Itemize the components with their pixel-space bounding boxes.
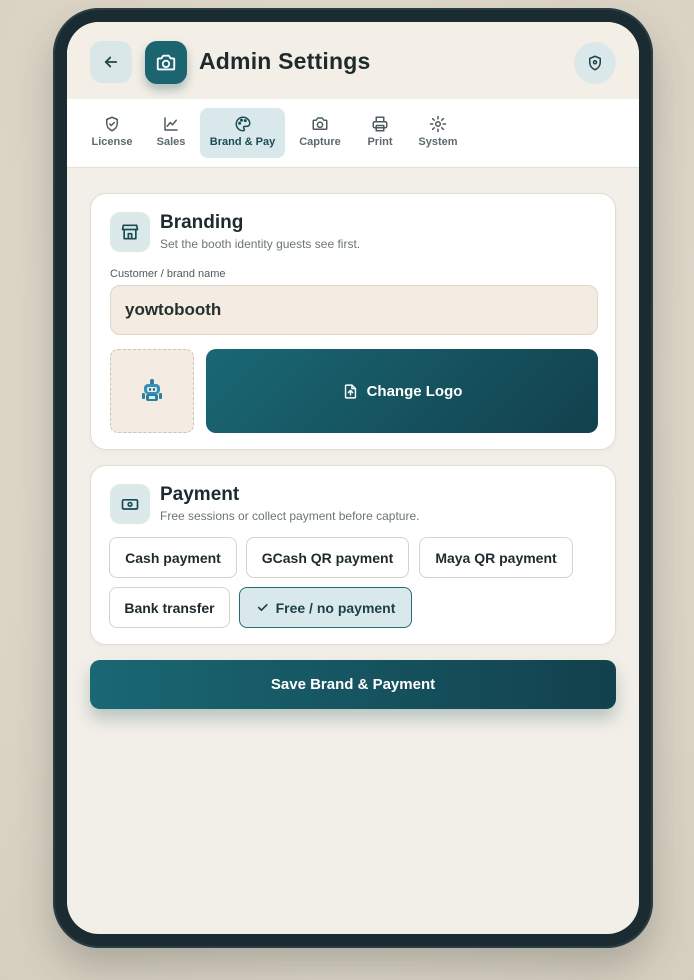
camera-icon <box>156 54 176 70</box>
payment-option-label: Free / no payment <box>275 599 396 616</box>
payment-option-cash[interactable]: Cash payment <box>109 537 237 578</box>
change-logo-button[interactable]: Change Logo <box>206 349 598 433</box>
security-button[interactable] <box>574 42 616 84</box>
payment-option-bank[interactable]: Bank transfer <box>109 587 230 628</box>
payment-option-free[interactable]: Free / no payment <box>239 587 412 628</box>
storefront-icon <box>121 224 139 240</box>
tab-label: Brand & Pay <box>209 136 276 148</box>
robot-logo-icon <box>142 379 162 401</box>
printer-icon <box>372 116 388 132</box>
branding-card: Branding Set the booth identity guests s… <box>90 193 616 450</box>
arrow-left-icon <box>104 56 118 68</box>
app-screen: Admin Settings License Sales Brand & Pay… <box>67 22 639 934</box>
shield-pin-icon <box>589 55 601 71</box>
file-upload-icon <box>344 383 356 399</box>
payment-option-label: GCash QR payment <box>261 549 394 566</box>
tab-brand-pay[interactable]: Brand & Pay <box>200 108 285 158</box>
payment-option-label: Maya QR payment <box>435 549 557 566</box>
logo-preview <box>110 349 194 433</box>
back-button[interactable] <box>90 41 132 83</box>
change-logo-label: Change Logo <box>366 382 463 400</box>
payment-option-gcash[interactable]: GCash QR payment <box>246 537 409 578</box>
tab-label: Sales <box>156 136 186 148</box>
shield-check-icon <box>106 116 118 132</box>
brand-name-input[interactable] <box>110 285 598 335</box>
tab-print[interactable]: Print <box>358 108 402 158</box>
camera-icon <box>312 117 328 130</box>
save-button-label: Save Brand & Payment <box>270 676 436 693</box>
payment-option-label: Bank transfer <box>124 599 215 616</box>
branding-card-icon <box>110 212 150 252</box>
tab-label: Capture <box>299 136 341 148</box>
payment-option-label: Cash payment <box>125 549 221 566</box>
tab-label: System <box>418 136 458 148</box>
tab-label: Print <box>367 136 393 148</box>
settings-tab-bar: License Sales Brand & Pay Capture Print … <box>67 99 639 168</box>
brand-name-label: Customer / brand name <box>110 268 226 280</box>
tab-license[interactable]: License <box>84 108 140 158</box>
save-brand-payment-button[interactable]: Save Brand & Payment <box>90 660 616 709</box>
payment-title: Payment <box>160 484 240 505</box>
tab-label: License <box>91 136 133 148</box>
tablet-frame: Admin Settings License Sales Brand & Pay… <box>53 8 653 948</box>
payment-subtitle: Free sessions or collect payment before … <box>160 509 420 523</box>
payment-option-maya[interactable]: Maya QR payment <box>419 537 573 578</box>
branding-title: Branding <box>160 212 244 233</box>
payment-card-icon <box>110 484 150 524</box>
payment-card: Payment Free sessions or collect payment… <box>90 465 616 645</box>
app-logo-badge <box>145 41 187 84</box>
tab-system[interactable]: System <box>415 108 461 158</box>
gear-icon <box>429 115 447 133</box>
branding-subtitle: Set the booth identity guests see first. <box>160 237 361 251</box>
cash-icon <box>121 499 139 510</box>
app-header: Admin Settings <box>67 22 639 99</box>
tab-capture[interactable]: Capture <box>295 108 345 158</box>
tab-sales[interactable]: Sales <box>151 108 191 158</box>
check-icon <box>257 603 268 612</box>
palette-icon <box>235 116 250 132</box>
page-title: Admin Settings <box>199 48 371 74</box>
line-chart-icon <box>164 117 178 131</box>
